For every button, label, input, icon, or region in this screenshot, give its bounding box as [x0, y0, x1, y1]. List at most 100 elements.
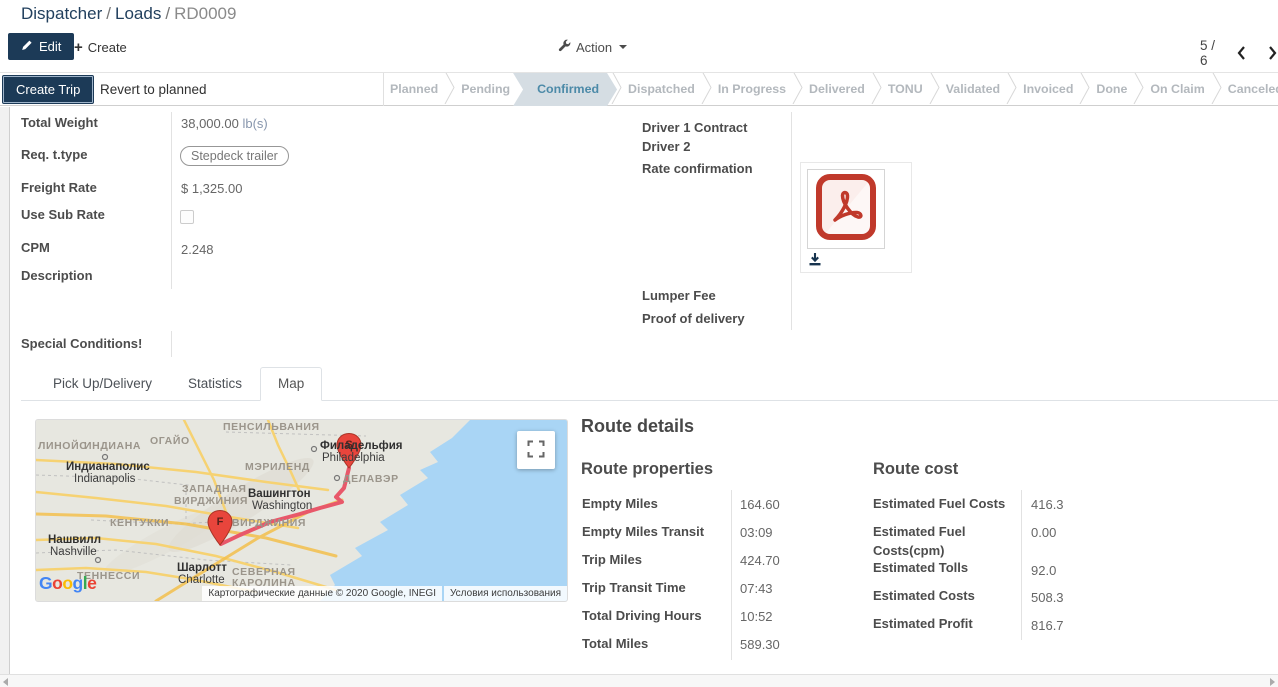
field-label-cpm: CPM — [21, 240, 50, 255]
route-properties-divider — [731, 490, 732, 660]
chevron-down-icon — [619, 45, 627, 49]
stage-dispatched[interactable]: Dispatched — [622, 73, 701, 106]
stage-planned[interactable]: Planned — [384, 73, 444, 106]
create-button[interactable]: + Create — [74, 39, 127, 56]
pdf-icon — [815, 174, 877, 245]
stage-done[interactable]: Done — [1090, 73, 1133, 106]
revert-to-planned-button[interactable]: Revert to planned — [100, 73, 207, 106]
map-label-indianapolis-en: Indianapolis — [74, 473, 135, 485]
form-column-divider — [791, 112, 792, 330]
stage-tonu[interactable]: TONU — [882, 73, 929, 106]
map-card: S F ЛИНОЙС ИНДИАНА ОГАЙО ПЕНСИЛЬВАНИЯ Ин… — [35, 419, 568, 602]
pager: 5 / 6 — [1200, 38, 1278, 68]
plus-icon: + — [74, 39, 83, 56]
route-prop-label-trip-miles: Trip Miles — [582, 552, 642, 567]
stage-on-claim[interactable]: On Claim — [1144, 73, 1210, 106]
pager-next-icon[interactable] — [1268, 45, 1278, 61]
route-prop-label-empty-miles-transit: Empty Miles Transit — [582, 524, 704, 539]
field-label-freight-rate: Freight Rate — [21, 180, 97, 195]
map-label-ohio: ОГАЙО — [150, 435, 190, 447]
route-cost-value-est-costs: 508.3 — [1031, 590, 1064, 605]
notebook-tabs: Pick Up/Delivery Statistics Map — [21, 369, 1278, 401]
breadcrumb-current-record: RD0009 — [174, 4, 236, 23]
edit-button[interactable]: Edit — [8, 33, 74, 60]
stage-separator — [1006, 73, 1017, 106]
tab-pick-up-delivery[interactable]: Pick Up/Delivery — [35, 367, 170, 401]
form-column-divider — [171, 331, 172, 357]
stage-delivered[interactable]: Delivered — [803, 73, 871, 106]
route-properties-title: Route properties — [581, 460, 713, 479]
map-label-philadelphia-ru: Филадельфия — [320, 440, 403, 452]
stage-validated[interactable]: Validated — [940, 73, 1006, 106]
pdf-file-thumbnail[interactable] — [807, 169, 885, 249]
field-label-proof-of-delivery: Proof of delivery — [642, 311, 745, 326]
stage-invoiced[interactable]: Invoiced — [1017, 73, 1079, 106]
field-label-rate-confirmation: Rate confirmation — [642, 161, 753, 176]
field-label-description: Description — [21, 268, 93, 283]
route-prop-value-empty-miles-transit: 03:09 — [740, 525, 773, 540]
map-label-nashville-en: Nashville — [50, 546, 97, 558]
download-icon — [808, 254, 822, 269]
route-details-title: Route details — [581, 416, 694, 437]
google-map-canvas[interactable]: S F ЛИНОЙС ИНДИАНА ОГАЙО ПЕНСИЛЬВАНИЯ Ин… — [36, 420, 567, 601]
breadcrumb-dispatcher[interactable]: Dispatcher — [21, 4, 102, 23]
stage-pipeline: Planned Pending Confirmed Dispatched In … — [384, 73, 1278, 106]
route-cost-label-est-fuel-costs-cpm: Estimated Fuel Costs(cpm) — [873, 522, 988, 560]
route-cost-value-est-tolls: 92.0 — [1031, 563, 1056, 578]
route-cost-label-est-tolls: Estimated Tolls — [873, 560, 968, 575]
route-cost-label-est-costs: Estimated Costs — [873, 588, 975, 603]
map-label-washington-en: Washington — [252, 500, 312, 512]
route-cost-value-est-fuel-costs: 416.3 — [1031, 497, 1064, 512]
stage-in-progress[interactable]: In Progress — [712, 73, 792, 106]
route-prop-label-trip-transit-time: Trip Transit Time — [582, 580, 686, 595]
field-value-total-weight: 38,000.00 lb(s) — [181, 116, 268, 131]
breadcrumb: Dispatcher/Loads/RD0009 — [21, 4, 236, 24]
breadcrumb-loads[interactable]: Loads — [115, 4, 161, 23]
wrench-icon — [558, 39, 571, 55]
stage-canceled[interactable]: Canceled — [1222, 73, 1278, 106]
field-label-lumper-fee: Lumper Fee — [642, 288, 716, 303]
map-label-nashville-ru: Нашвилл — [48, 534, 101, 546]
map-copyright-text: Картографические данные © 2020 Google, I… — [202, 586, 442, 601]
tab-statistics[interactable]: Statistics — [170, 367, 260, 401]
map-label-kentucky: КЕНТУККИ — [110, 517, 169, 529]
tab-map-active[interactable]: Map — [260, 367, 322, 401]
rate-confirmation-attachment — [800, 162, 912, 273]
field-value-freight-rate: $ 1,325.00 — [181, 181, 242, 196]
field-label-total-weight: Total Weight — [21, 115, 98, 130]
stage-pending[interactable]: Pending — [455, 73, 516, 106]
horizontal-scrollbar[interactable] — [0, 674, 1278, 687]
route-cost-divider — [1021, 490, 1022, 640]
field-label-use-sub-rate: Use Sub Rate — [21, 207, 105, 222]
stage-confirmed-active[interactable]: Confirmed — [513, 73, 617, 106]
google-logo[interactable]: Google — [39, 573, 96, 594]
route-prop-value-trip-miles: 424.70 — [740, 553, 780, 568]
action-menu-button[interactable]: Action — [558, 39, 627, 55]
map-label-maryland: МЭРИЛЕНД — [245, 461, 310, 473]
stage-separator — [1211, 73, 1222, 106]
route-cost-title: Route cost — [873, 460, 958, 479]
breadcrumb-separator: / — [161, 4, 174, 23]
form-column-divider — [171, 112, 172, 289]
route-prop-label-total-driving-hours: Total Driving Hours — [582, 608, 702, 623]
stage-separator — [929, 73, 940, 106]
use-sub-rate-checkbox[interactable] — [180, 210, 194, 224]
pager-previous-icon[interactable] — [1236, 45, 1246, 61]
stage-separator — [1079, 73, 1090, 106]
map-label-pennsylvania: ПЕНСИЛЬВАНИЯ — [223, 421, 320, 433]
download-attachment-button[interactable] — [807, 251, 823, 269]
scroll-right-icon[interactable] — [1270, 678, 1275, 686]
map-fullscreen-button[interactable] — [517, 431, 555, 469]
map-label-west-virginia-1: ЗАПАДНАЯ — [182, 483, 247, 495]
fullscreen-icon — [527, 440, 545, 461]
route-prop-label-total-miles: Total Miles — [582, 636, 648, 651]
action-menu-label: Action — [576, 40, 612, 55]
map-label-charlotte-ru: Шарлотт — [177, 562, 227, 574]
scroll-left-icon[interactable] — [3, 678, 8, 686]
map-terms-link[interactable]: Условия использования — [444, 586, 567, 601]
pager-value[interactable]: 5 / 6 — [1200, 38, 1222, 68]
create-trip-button[interactable]: Create Trip — [3, 76, 93, 103]
map-label-illinois: ЛИНОЙС — [38, 440, 87, 452]
field-value-cpm: 2.248 — [181, 242, 214, 257]
route-prop-value-total-driving-hours: 10:52 — [740, 609, 773, 624]
